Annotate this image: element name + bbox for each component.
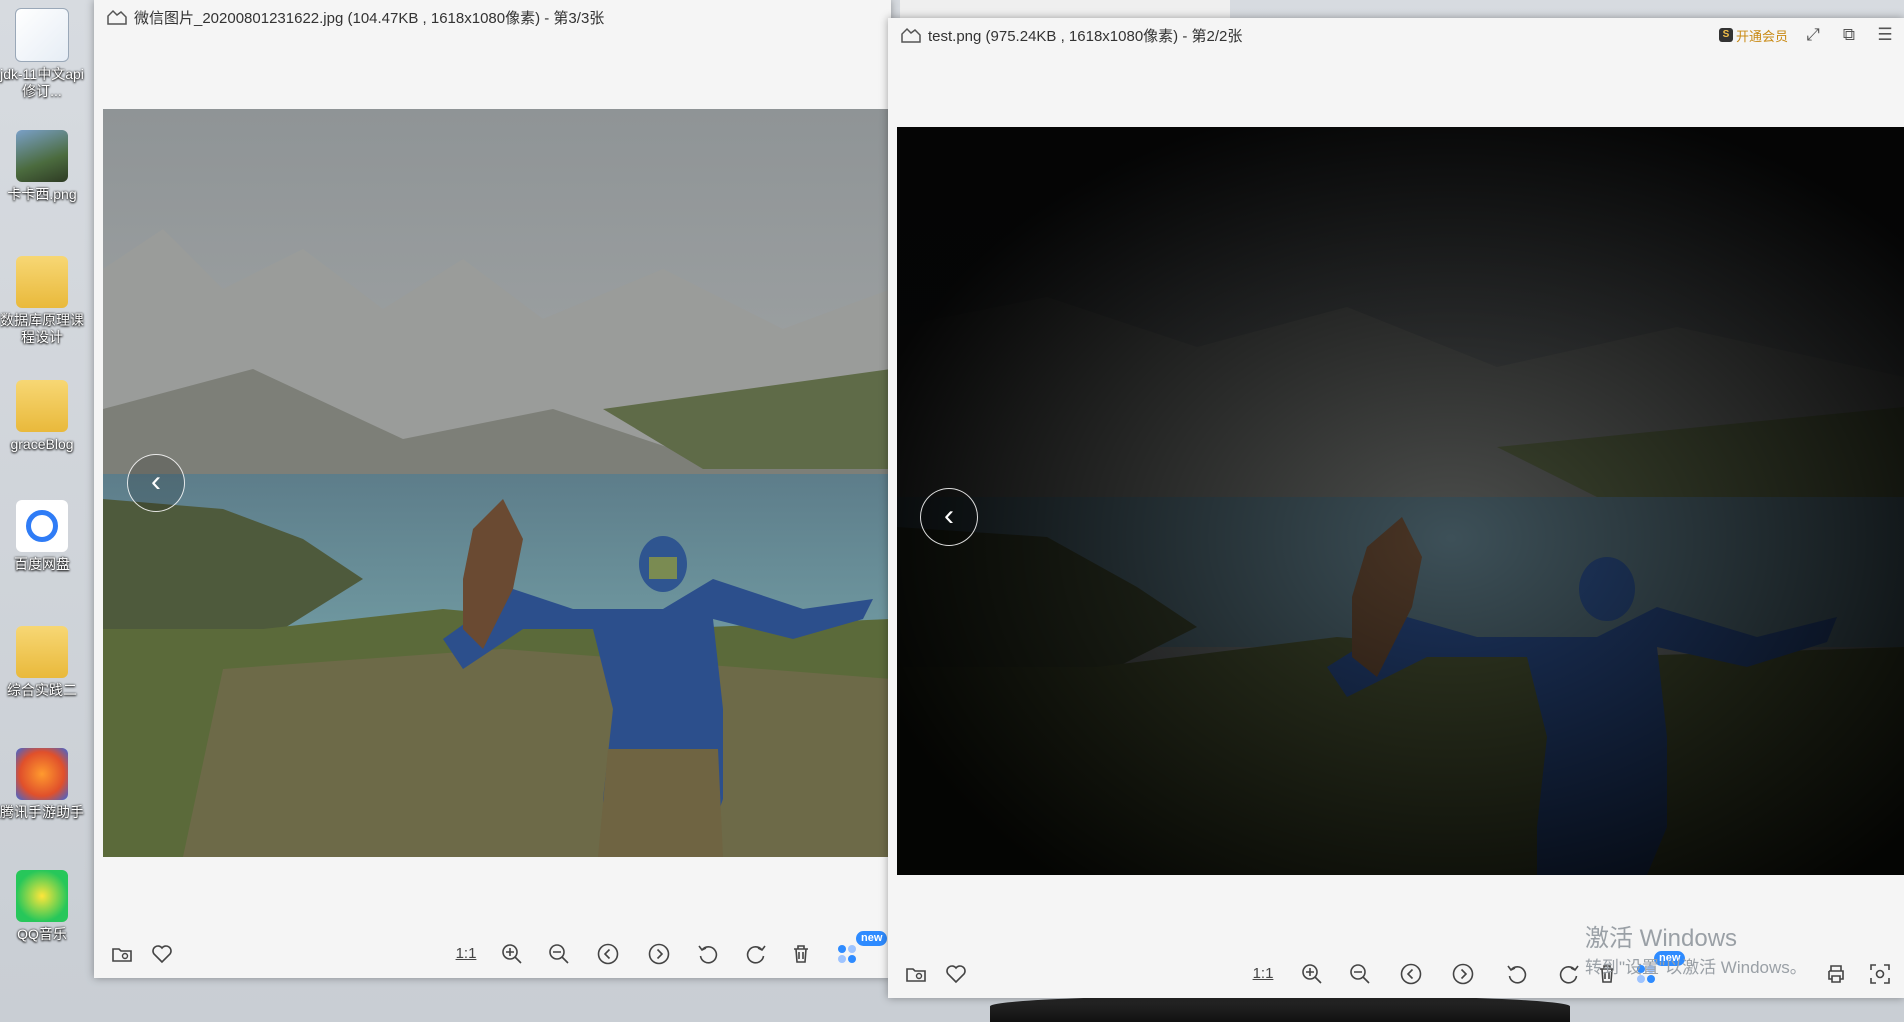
- photo-display: [897, 127, 1904, 875]
- pin-window-button[interactable]: ⧉: [1838, 24, 1860, 46]
- title-bar[interactable]: test.png (975.24KB , 1618x1080像素) - 第2/2…: [888, 18, 1904, 52]
- zoom-out-icon: [549, 944, 569, 964]
- folder-icon: [16, 626, 68, 678]
- trash-icon: [794, 945, 808, 963]
- heart-icon: [152, 945, 172, 964]
- open-folder-button[interactable]: [108, 940, 136, 968]
- heart-icon: [946, 965, 966, 984]
- title-bar[interactable]: 微信图片_20200801231622.jpg (104.47KB , 1618…: [94, 0, 891, 34]
- vip-button[interactable]: S 开通会员: [1718, 26, 1788, 45]
- image-stage: ‹: [94, 34, 891, 924]
- zoom-in-button[interactable]: [498, 940, 526, 968]
- rotate-right-button[interactable]: [1555, 960, 1583, 988]
- print-button[interactable]: [1822, 960, 1850, 988]
- chevron-right-circle-icon: [1452, 963, 1474, 985]
- activate-subtitle: 转到"设置"以激活 Windows。: [1585, 958, 1807, 977]
- image-file-icon: [16, 130, 68, 182]
- open-folder-button[interactable]: [902, 960, 930, 988]
- desktop-icon-kakashi[interactable]: 卡卡西.png: [0, 130, 84, 203]
- image-viewer-window-1[interactable]: 微信图片_20200801231622.jpg (104.47KB , 1618…: [94, 0, 891, 978]
- zoom-in-icon: [502, 944, 522, 964]
- zoom-out-button[interactable]: [545, 940, 573, 968]
- rotate-right-icon: [746, 945, 766, 964]
- rotate-left-button[interactable]: [1503, 960, 1531, 988]
- viewer-toolbar: 1:1 new: [94, 928, 891, 978]
- desktop-icon-label: jdk-11中文api修订...: [0, 66, 84, 99]
- activate-title: 激活 Windows: [1585, 925, 1738, 952]
- rotate-left-icon: [1507, 965, 1527, 984]
- chevron-right-circle-icon: [648, 943, 670, 965]
- folder-icon: [16, 380, 68, 432]
- background-window-dark-edge: [990, 996, 1570, 1022]
- desktop-icon-baidu[interactable]: 百度网盘: [0, 500, 84, 573]
- baidu-netdisk-icon: [16, 500, 68, 552]
- game-assistant-icon: [16, 748, 68, 800]
- zoom-in-button[interactable]: [1298, 960, 1326, 988]
- favorite-button[interactable]: [942, 960, 970, 988]
- desktop-icon-label: 数据库原理课程设计: [0, 312, 84, 345]
- desktop-icon-label: 综合实践二: [7, 682, 77, 698]
- vip-gem-icon: S: [1718, 28, 1733, 42]
- expand-icon: ⤢: [1806, 25, 1820, 44]
- screenshot-button[interactable]: [1866, 960, 1894, 988]
- printer-icon: [1828, 965, 1844, 983]
- previous-image-button[interactable]: ‹: [127, 454, 185, 512]
- scan-frame-icon: [1870, 964, 1890, 984]
- desktop-icon-label: graceBlog: [10, 436, 74, 452]
- window-title: test.png (975.24KB , 1618x1080像素) - 第2/2…: [928, 27, 1243, 45]
- background-window-edge: [900, 0, 1230, 18]
- folder-icon: [16, 256, 68, 308]
- desktop-icons: jdk-11中文api修订... 卡卡西.png 数据库原理课程设计 grace…: [0, 0, 92, 1022]
- zoom-in-icon: [1302, 964, 1322, 984]
- desktop-icon-label: 百度网盘: [14, 556, 70, 572]
- delete-button[interactable]: [787, 940, 815, 968]
- previous-button[interactable]: [594, 940, 622, 968]
- rotate-right-icon: [1559, 965, 1579, 984]
- folder-open-icon: [112, 948, 132, 962]
- fullscreen-button[interactable]: ⤢: [1802, 24, 1824, 46]
- window-title: 微信图片_20200801231622.jpg (104.47KB , 1618…: [134, 9, 605, 27]
- cloud-image-icon: [107, 9, 127, 25]
- document-icon: [15, 8, 69, 62]
- chevron-left-circle-icon: [1400, 963, 1422, 985]
- window-icon: ⧉: [1842, 25, 1856, 44]
- previous-image-button[interactable]: ‹: [920, 488, 978, 546]
- title-actions: S 开通会员 ⤢ ⧉ ☰: [1718, 24, 1896, 46]
- rotate-left-button[interactable]: [694, 940, 722, 968]
- photo-display: [103, 109, 891, 857]
- chevron-left-circle-icon: [597, 943, 619, 965]
- favorite-button[interactable]: [148, 940, 176, 968]
- vip-label: 开通会员: [1735, 28, 1788, 44]
- menu-button[interactable]: ☰: [1874, 24, 1896, 46]
- folder-open-icon: [906, 968, 926, 982]
- image-viewer-window-2[interactable]: test.png (975.24KB , 1618x1080像素) - 第2/2…: [888, 18, 1904, 998]
- actual-size-button[interactable]: 1:1: [1249, 960, 1277, 988]
- desktop-icon-label: 卡卡西.png: [7, 186, 77, 202]
- zoom-out-icon: [1350, 964, 1370, 984]
- desktop-icon-practice[interactable]: 综合实践二: [0, 626, 84, 699]
- desktop-icon-label: QQ音乐: [17, 926, 67, 942]
- hamburger-icon: ☰: [1877, 25, 1893, 44]
- actual-size-button[interactable]: 1:1: [452, 940, 480, 968]
- desktop-icon-db-course[interactable]: 数据库原理课程设计: [0, 256, 84, 346]
- zoom-out-button[interactable]: [1346, 960, 1374, 988]
- new-badge: new: [856, 931, 888, 946]
- cloud-image-icon: [901, 27, 921, 43]
- rotate-right-button[interactable]: [742, 940, 770, 968]
- apps-grid-icon: [838, 945, 856, 963]
- next-button[interactable]: [645, 940, 673, 968]
- qq-music-icon: [16, 870, 68, 922]
- image-stage: ‹: [888, 52, 1904, 942]
- desktop-icon-graceblog[interactable]: graceBlog: [0, 380, 84, 453]
- desktop-icon-jdk[interactable]: jdk-11中文api修订...: [0, 8, 84, 100]
- next-button[interactable]: [1449, 960, 1477, 988]
- desktop-icon-qqmusic[interactable]: QQ音乐: [0, 870, 84, 943]
- previous-button[interactable]: [1397, 960, 1425, 988]
- desktop-icon-label: 腾讯手游助手: [0, 804, 84, 820]
- apps-button[interactable]: [833, 940, 861, 968]
- activate-windows-watermark: 激活 Windows 转到"设置"以激活 Windows。: [1585, 925, 1807, 979]
- desktop-icon-game-assistant[interactable]: 腾讯手游助手: [0, 748, 84, 821]
- rotate-left-icon: [698, 945, 718, 964]
